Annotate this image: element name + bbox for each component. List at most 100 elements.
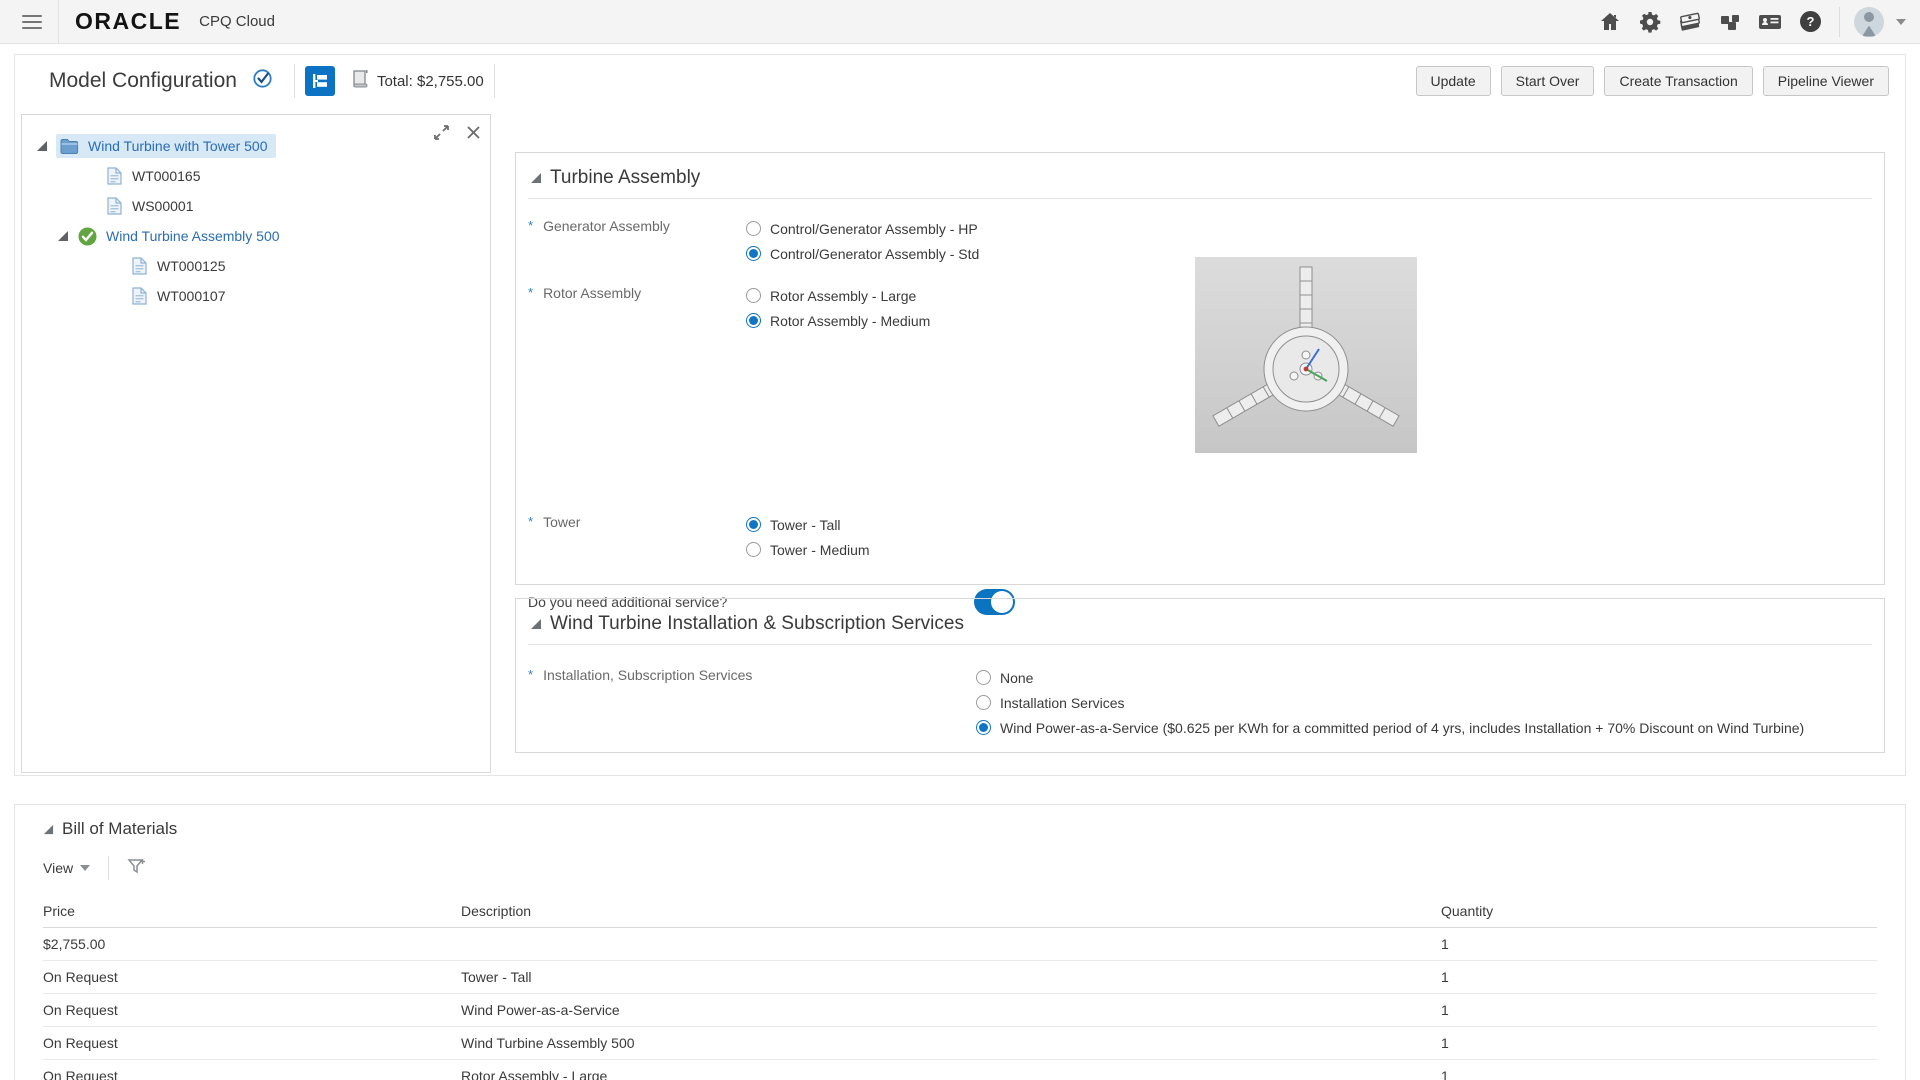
cell-price: On Request [43,969,461,985]
tree-item-assembly[interactable]: Wind Turbine Assembly 500 [22,221,490,251]
cell-description: Wind Power-as-a-Service [461,1002,1441,1018]
table-row[interactable]: $2,755.00 1 [43,928,1877,961]
tree-item-label[interactable]: Wind Turbine Assembly 500 [106,228,280,244]
tree-item[interactable]: WT000165 [22,161,490,191]
page-title: Model Configuration [49,69,237,93]
start-over-button[interactable]: Start Over [1501,66,1595,96]
tree-expander-icon[interactable] [57,230,69,242]
tree-item-root[interactable]: Wind Turbine with Tower 500 [22,131,490,161]
radio-icon-selected[interactable] [746,517,761,532]
add-filter-icon[interactable] [127,856,147,881]
table-row[interactable]: On Request Wind Turbine Assembly 500 1 [43,1027,1877,1060]
table-row[interactable]: On Request Wind Power-as-a-Service 1 [43,994,1877,1027]
svg-text:?: ? [1806,14,1814,29]
model-tree-view-button[interactable] [305,66,335,96]
services-section: Wind Turbine Installation & Subscription… [515,598,1885,753]
tree-item[interactable]: WT000107 [22,281,490,311]
radio-label[interactable]: Control/Generator Assembly - HP [770,221,978,237]
radio-label[interactable]: None [1000,670,1033,686]
column-header-description[interactable]: Description [461,903,1441,919]
section-collapse-icon[interactable] [43,824,54,835]
pipeline-viewer-button[interactable]: Pipeline Viewer [1763,66,1889,96]
radio-label[interactable]: Installation Services [1000,695,1125,711]
required-asterisk: * [528,514,533,562]
radio-icon[interactable] [746,221,761,236]
tree-item-label[interactable]: WT000165 [132,168,200,184]
radio-icon-selected[interactable] [746,246,761,261]
radio-label[interactable]: Control/Generator Assembly - Std [770,246,979,262]
tree-item-label[interactable]: Wind Turbine with Tower 500 [88,138,268,154]
radio-icon[interactable] [746,542,761,557]
field-label: Generator Assembly [543,218,670,266]
radio-option[interactable]: Rotor Assembly - Medium [746,308,930,333]
cell-description: Rotor Assembly - Large [461,1068,1441,1080]
field-label: Tower [543,514,580,562]
app-name: CPQ Cloud [199,13,275,30]
radio-option[interactable]: Wind Power-as-a-Service ($0.625 per KWh … [976,715,1804,740]
menu-hamburger-icon[interactable] [22,15,42,29]
radio-option[interactable]: Rotor Assembly - Large [746,283,930,308]
radio-label[interactable]: Tower - Medium [770,542,870,558]
user-avatar[interactable] [1854,7,1884,37]
close-panel-icon[interactable] [464,123,482,141]
radio-option[interactable]: Installation Services [976,690,1804,715]
document-icon [107,167,122,185]
radio-option[interactable]: Control/Generator Assembly - Std [746,241,979,266]
tree-item[interactable]: WS00001 [22,191,490,221]
contact-card-icon[interactable] [1755,7,1785,37]
required-asterisk: * [528,285,533,495]
model-tree-panel: Wind Turbine with Tower 500 WT000165 WS0… [21,114,491,773]
update-button[interactable]: Update [1416,66,1491,96]
view-menu-label[interactable]: View [43,860,73,876]
bom-toolbar-divider [108,856,109,880]
column-header-price[interactable]: Price [43,903,461,919]
view-caret-icon [80,865,90,871]
cell-price: On Request [43,1002,461,1018]
table-row[interactable]: On Request Tower - Tall 1 [43,961,1877,994]
help-icon[interactable]: ? [1795,7,1825,37]
tree-item[interactable]: WT000125 [22,251,490,281]
tree-expander-icon[interactable] [36,140,48,152]
bom-header-row: Price Description Quantity [43,895,1877,928]
turbine-assembly-section: Turbine Assembly * Generator Assembly Co… [515,152,1885,585]
table-row[interactable]: On Request Rotor Assembly - Large 1 [43,1060,1877,1080]
oracle-logo: ORACLE [75,8,181,35]
tower-field: * Tower Tower - Tall Tower - Medium [528,512,1872,562]
radio-option[interactable]: Control/Generator Assembly - HP [746,216,979,241]
radio-option[interactable]: Tower - Medium [746,537,870,562]
configuration-card: Model Configuration Total: $2,755.00 [14,54,1906,776]
radio-option[interactable]: None [976,665,1804,690]
radio-option[interactable]: Tower - Tall [746,512,870,537]
section-collapse-icon[interactable] [530,172,542,184]
cell-price: $2,755.00 [43,936,461,952]
tree-item-label[interactable]: WT000125 [157,258,225,274]
document-icon [107,197,122,215]
radio-icon[interactable] [746,288,761,303]
radio-label[interactable]: Rotor Assembly - Large [770,288,916,304]
settings-gear-icon[interactable] [1635,7,1665,37]
home-icon[interactable] [1595,7,1625,37]
cell-description: Wind Turbine Assembly 500 [461,1035,1441,1051]
column-header-quantity[interactable]: Quantity [1441,903,1877,919]
radio-icon-selected[interactable] [746,313,761,328]
integrations-blocks-icon[interactable] [1715,7,1745,37]
rotor-assembly-image [1195,257,1417,453]
create-transaction-button[interactable]: Create Transaction [1604,66,1752,96]
expand-panel-icon[interactable] [432,123,450,141]
radio-label[interactable]: Tower - Tall [770,517,841,533]
radio-label[interactable]: Wind Power-as-a-Service ($0.625 per KWh … [1000,720,1804,736]
radio-label[interactable]: Rotor Assembly - Medium [770,313,930,329]
user-menu-caret-icon[interactable] [1896,19,1906,25]
cell-quantity: 1 [1441,1068,1877,1080]
cell-quantity: 1 [1441,936,1877,952]
tree-item-label[interactable]: WS00001 [132,198,193,214]
bill-of-materials-card: Bill of Materials View Price Description… [14,804,1906,1080]
toolbar-divider [294,64,295,98]
tree-item-label[interactable]: WT000107 [157,288,225,304]
radio-icon[interactable] [976,695,991,710]
section-collapse-icon[interactable] [530,618,542,630]
view-menu-button[interactable]: View [43,860,90,876]
radio-icon-selected[interactable] [976,720,991,735]
radio-icon[interactable] [976,670,991,685]
price-stack-icon[interactable] [1675,7,1705,37]
